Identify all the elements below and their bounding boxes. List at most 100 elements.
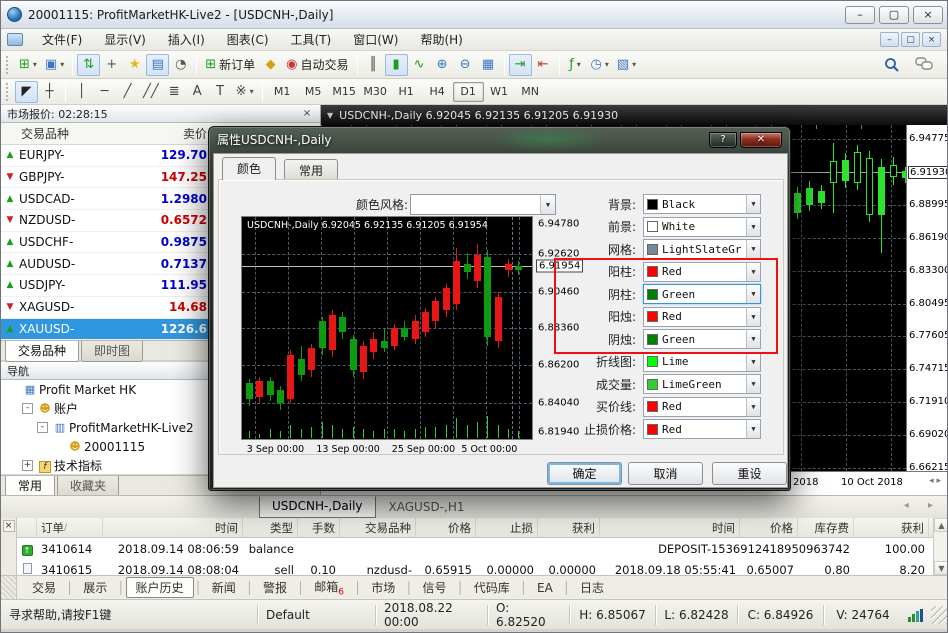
close-button[interactable]: × (913, 6, 943, 24)
market-watch-tab[interactable]: 交易品种 (5, 341, 79, 362)
terminal-tab-item[interactable]: 邮箱6 (305, 576, 353, 599)
trendline-tool-button[interactable]: ╱ (116, 81, 139, 103)
menu-item[interactable]: 工具(T) (280, 29, 343, 50)
terminal-toggle-button[interactable]: ▤ (146, 54, 169, 76)
column-header-profit[interactable]: 获利 (854, 518, 929, 537)
terminal-tab-item[interactable]: 账户历史 (126, 577, 194, 598)
menu-item[interactable]: 显示(V) (93, 29, 157, 50)
new-chart-button[interactable]: ⊞▾ (15, 54, 41, 76)
symbol-column-header[interactable]: 交易品种 (1, 125, 117, 142)
dialog-tab-colors[interactable]: 颜色 (222, 157, 276, 180)
market-watch-tab[interactable]: 即时图 (81, 341, 143, 362)
color-select-black[interactable]: Black▼ (643, 194, 761, 214)
timeframe-h1-button[interactable]: H1 (391, 82, 422, 102)
color-select-green[interactable]: Green▼ (643, 329, 761, 349)
zoom-in-button[interactable]: ⊕ (431, 54, 454, 76)
dialog-help-button[interactable]: ? (709, 132, 737, 148)
candle-chart-type-button[interactable]: ▮ (385, 54, 408, 76)
color-select-limegreen[interactable]: LimeGreen▼ (643, 374, 761, 394)
new-order-button[interactable]: ⊞新订单 (201, 54, 259, 76)
bid-column-header[interactable]: 卖价 (117, 125, 207, 142)
tile-windows-button[interactable]: ▦ (477, 54, 500, 76)
column-header-lots[interactable]: 手数 (298, 518, 340, 537)
time-scroll-arrows-icon[interactable]: ◂ ▸ (929, 476, 941, 486)
chart-tab[interactable]: XAGUSD-,H1 (376, 497, 478, 518)
maximize-button[interactable]: ▢ (879, 6, 909, 24)
mdi-close-button[interactable]: × (922, 32, 941, 47)
terminal-tab-item[interactable]: 警报 (254, 577, 296, 598)
color-select-white[interactable]: White▼ (643, 217, 761, 237)
terminal-tab-item[interactable]: 日志 (571, 577, 613, 598)
arrows-tool-button[interactable]: ※▾ (232, 81, 258, 103)
column-header-price2[interactable]: 价格 (740, 518, 798, 537)
color-select-red[interactable]: Red▼ (643, 397, 761, 417)
periods-list-button[interactable]: ◷▾ (587, 54, 613, 76)
timeframe-w1-button[interactable]: W1 (484, 82, 515, 102)
cursor-tool-button[interactable]: ◤ (15, 81, 38, 103)
color-select-lime[interactable]: Lime▼ (643, 352, 761, 372)
toolbar-grip[interactable] (6, 56, 11, 74)
terminal-tab-item[interactable]: 新闻 (203, 577, 245, 598)
tab-scroll-arrows-icon[interactable]: ◂ ▸ (904, 500, 941, 511)
scroll-up-icon[interactable]: ▲ (934, 518, 948, 532)
terminal-tab-item[interactable]: 代码库 (465, 577, 519, 598)
bar-chart-type-button[interactable]: ║ (362, 54, 385, 76)
toolbar-grip[interactable] (6, 83, 11, 101)
ok-button[interactable]: 确定 (547, 462, 622, 485)
terminal-row-balance[interactable]: ↑34106142018.09.14 08:06:59balanceDEPOSI… (17, 538, 933, 559)
scroll-down-icon[interactable]: ▼ (934, 561, 948, 575)
text-tool-button[interactable]: A (186, 81, 209, 103)
menu-item[interactable]: 文件(F) (31, 29, 93, 50)
color-select-red[interactable]: Red▼ (643, 262, 761, 282)
mdi-restore-button[interactable]: ▢ (901, 32, 920, 47)
timeframe-m1-button[interactable]: M1 (267, 82, 298, 102)
color-select-lightslategr[interactable]: LightSlateGr▼ (643, 239, 761, 259)
chart-window-header[interactable]: ▼ USDCNH-,Daily 6.92045 6.92135 6.91205 … (321, 105, 948, 125)
chart-shift-button[interactable]: ⇥ (509, 54, 532, 76)
collapse-icon[interactable]: ▼ (327, 111, 333, 120)
resize-grip[interactable] (931, 606, 948, 624)
tree-expander-icon[interactable]: - (22, 403, 33, 414)
chart-tab[interactable]: USDCNH-,Daily (259, 496, 376, 518)
mdi-minimize-button[interactable]: – (880, 32, 899, 47)
color-select-red[interactable]: Red▼ (643, 419, 761, 439)
column-header-swap[interactable]: 库存费 (798, 518, 854, 537)
profiles-button[interactable]: ▣▾ (41, 54, 68, 76)
navigator-toggle-button[interactable]: ★ (123, 54, 146, 76)
timeframe-m15-button[interactable]: M15 (329, 82, 360, 102)
column-header-type[interactable]: 类型 (243, 518, 298, 537)
cancel-button[interactable]: 取消 (628, 462, 703, 485)
color-scheme-select[interactable]: ▼ (410, 194, 556, 215)
reset-button[interactable]: 重设 (712, 462, 787, 485)
timeframe-m5-button[interactable]: M5 (298, 82, 329, 102)
market-watch-toggle-button[interactable]: ⇅ (77, 54, 100, 76)
column-header-time[interactable]: 时间 (103, 518, 243, 537)
terminal-scrollbar[interactable]: ▲ ▼ (933, 518, 948, 575)
terminal-grip[interactable] (1, 576, 17, 599)
menu-item[interactable]: 插入(I) (157, 29, 216, 50)
menu-item[interactable]: 帮助(H) (409, 29, 473, 50)
column-header-tp[interactable]: 获利 (538, 518, 600, 537)
horizontal-line-tool-button[interactable]: ─ (93, 81, 116, 103)
column-header-icon[interactable] (17, 518, 37, 537)
menu-item[interactable]: 图表(C) (216, 29, 280, 50)
terminal-close-icon[interactable]: × (3, 520, 15, 532)
dialog-tab-common[interactable]: 常用 (284, 159, 338, 180)
status-profile[interactable]: Default (258, 605, 376, 625)
column-header-price[interactable]: 价格 (416, 518, 476, 537)
chat-icon[interactable] (913, 54, 935, 76)
dialog-close-button[interactable]: ✕ (740, 132, 782, 148)
metaeditor-button[interactable]: ◆ (259, 54, 282, 76)
line-chart-type-button[interactable]: ∿ (408, 54, 431, 76)
terminal-tab-ea[interactable]: EA (528, 579, 562, 597)
vertical-line-tool-button[interactable]: │ (70, 81, 93, 103)
color-select-red[interactable]: Red▼ (643, 307, 761, 327)
minimize-button[interactable]: – (845, 6, 875, 24)
terminal-tab-item[interactable]: 展示 (74, 577, 116, 598)
fibonacci-tool-button[interactable]: ≣ (163, 81, 186, 103)
price-scale[interactable]: 6.947756.919306.889956.861906.833006.804… (906, 125, 948, 471)
tree-expander-icon[interactable]: - (37, 422, 48, 433)
zoom-out-button[interactable]: ⊖ (454, 54, 477, 76)
column-header-time2[interactable]: 时间 (600, 518, 740, 537)
templates-list-button[interactable]: ▧▾ (613, 54, 640, 76)
